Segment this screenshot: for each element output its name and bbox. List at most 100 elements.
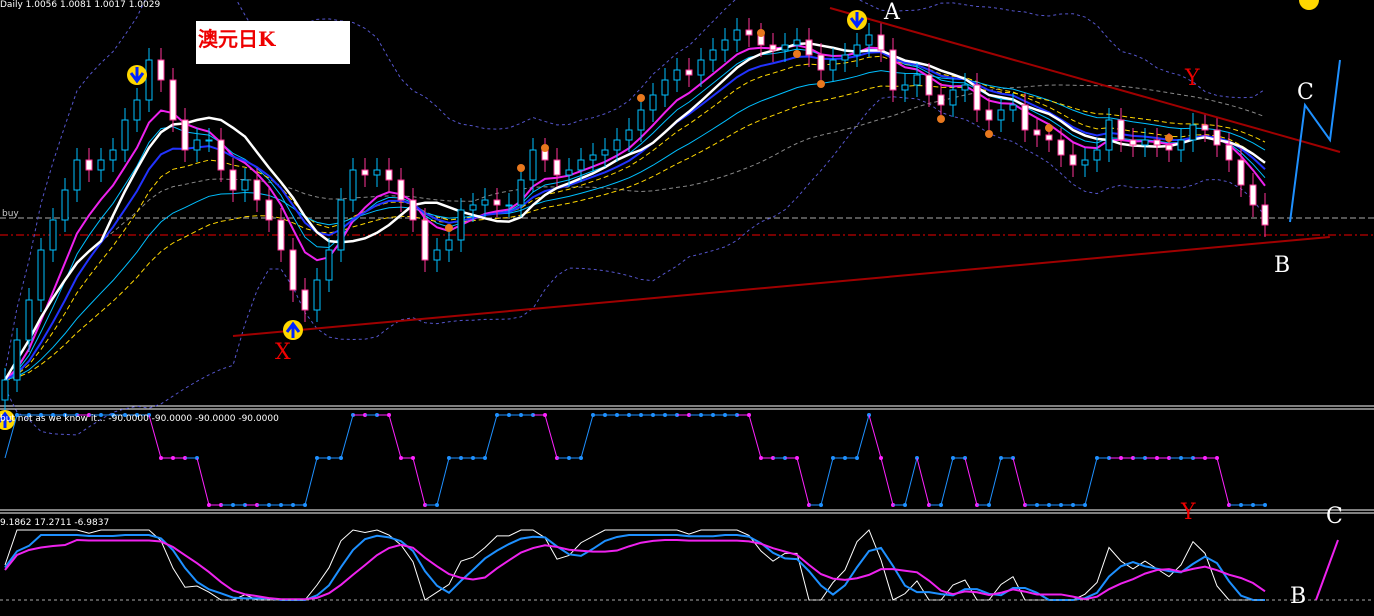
trendline-lower	[232, 236, 1330, 337]
candle-body	[433, 249, 441, 261]
fractal-dot	[445, 224, 453, 232]
candle-body	[721, 39, 729, 51]
indicator1-segment	[388, 414, 402, 459]
candle-body	[745, 29, 753, 36]
fractal-dot	[985, 130, 993, 138]
candle-body	[865, 34, 873, 46]
indicator1-segment	[856, 414, 870, 459]
candle-body	[1117, 119, 1125, 141]
indicator1-segment	[964, 457, 978, 506]
title-box: 澳元日K	[196, 21, 350, 64]
candle-body	[985, 109, 993, 121]
indicator1-segment	[1012, 457, 1026, 506]
candle-body	[973, 84, 981, 111]
candle-body	[457, 209, 465, 241]
fractal-dot	[517, 164, 525, 172]
candle-body	[265, 199, 273, 221]
candle-body	[1, 379, 9, 401]
indicator1-segment	[580, 414, 594, 459]
candle-body	[925, 74, 933, 96]
candle-body	[61, 189, 69, 221]
ma-line	[4, 48, 1266, 381]
label-b-lower: B	[1290, 584, 1307, 609]
candle-body	[853, 44, 861, 56]
indicator1-segment	[904, 457, 918, 506]
signal-circle	[1299, 0, 1319, 10]
candle-body	[169, 79, 177, 121]
candle-body	[217, 139, 225, 171]
ma-line	[4, 70, 1266, 381]
fractal-dot	[541, 144, 549, 152]
candle-body	[301, 289, 309, 311]
candle-body	[241, 179, 249, 191]
candle-body	[817, 54, 825, 71]
candle-body	[637, 109, 645, 131]
candle-body	[1201, 124, 1209, 131]
candle-body	[421, 219, 429, 261]
candle-body	[877, 34, 885, 51]
label-y: Y	[1185, 66, 1200, 91]
indicator1-segment	[916, 457, 930, 506]
indicator1-segment	[880, 457, 894, 506]
indicator2-label: 9.1862 17.2711 -6.9837	[0, 518, 110, 528]
candle-body	[625, 129, 633, 141]
symbol-info: Daily 1.0056 1.0081 1.0017 1.0029	[0, 0, 161, 10]
candle-body	[553, 159, 561, 176]
candle-body	[793, 39, 801, 46]
candle-body	[109, 149, 117, 161]
candle-body	[1237, 159, 1245, 186]
candle-body	[493, 199, 501, 206]
candle-body	[565, 169, 573, 176]
candle-body	[961, 84, 969, 91]
candle-body	[445, 239, 453, 251]
candle-body	[529, 149, 537, 181]
candle-body	[337, 199, 345, 251]
candle-body	[1141, 139, 1149, 146]
candle-body	[205, 139, 213, 142]
fractal-dot	[1165, 134, 1173, 142]
candle-body	[1021, 104, 1029, 131]
candle-body	[481, 199, 489, 206]
candle-body	[289, 249, 297, 291]
chart-window[interactable]: Daily 1.0056 1.0081 1.0017 1.0029 澳元日K b…	[0, 0, 1374, 616]
label-c-lower: C	[1326, 504, 1343, 529]
candle-body	[373, 169, 381, 176]
indicator1-dot	[1263, 503, 1267, 507]
candle-body	[1069, 154, 1077, 166]
candle-body	[673, 69, 681, 81]
candle-body	[685, 69, 693, 76]
candle-body	[505, 204, 513, 207]
indicator1-segment	[340, 414, 354, 459]
candle-body	[733, 29, 741, 41]
trendline-upper	[829, 7, 1341, 153]
label-y-lower: Y	[1181, 500, 1196, 525]
candle-body	[1249, 184, 1257, 206]
indicator1-segment	[484, 414, 498, 459]
candle-body	[229, 169, 237, 191]
candle-body	[709, 49, 717, 61]
candle-body	[841, 54, 849, 61]
fractal-dot	[817, 80, 825, 88]
candle-body	[697, 59, 705, 76]
candle-body	[133, 99, 141, 121]
candle-body	[1153, 139, 1161, 146]
candle-body	[97, 159, 105, 171]
price-chart[interactable]	[0, 0, 1374, 616]
fractal-dot	[637, 94, 645, 102]
indicator1-segment	[868, 414, 882, 459]
candle-body	[349, 169, 357, 201]
candle-body	[1189, 124, 1197, 141]
indicator1-segment	[304, 457, 318, 506]
candle-body	[1165, 144, 1173, 151]
candle-body	[253, 179, 261, 201]
candle-body	[277, 219, 285, 251]
ma-blue	[4, 51, 1266, 381]
indicator1-segment	[988, 457, 1002, 506]
indicator1-segment	[412, 457, 426, 506]
candle-body	[937, 94, 945, 106]
indicator1-segment	[196, 457, 210, 506]
candle-body	[1105, 119, 1113, 151]
candle-body	[1033, 129, 1041, 136]
candle-body	[361, 169, 369, 176]
candle-body	[1093, 149, 1101, 161]
